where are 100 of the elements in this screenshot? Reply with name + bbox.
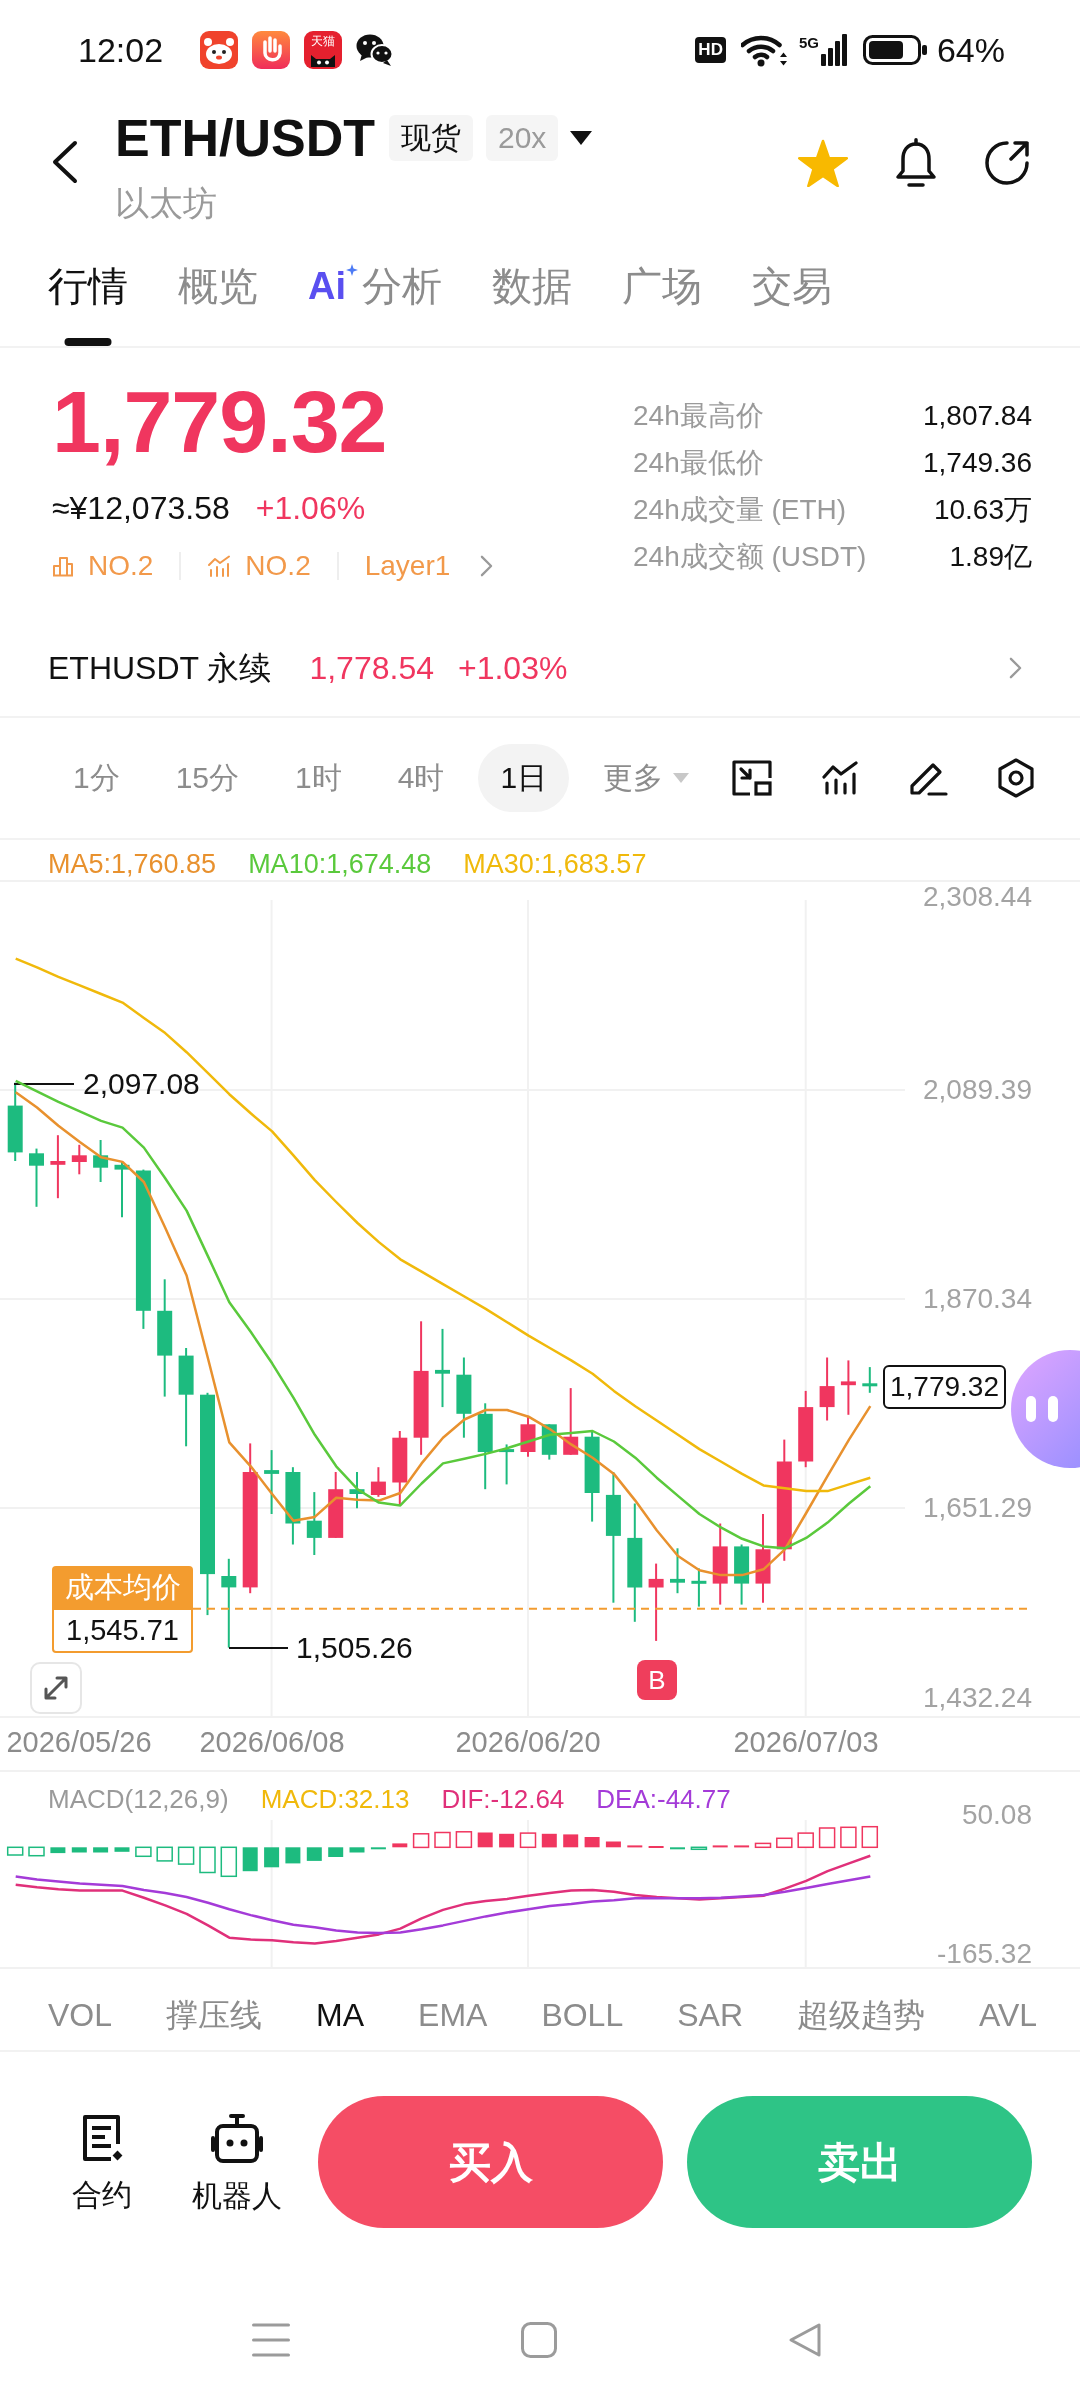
macd-axis-label: 50.08	[961, 1801, 1032, 1829]
macd-bar	[6, 1846, 24, 1856]
macd-bar	[776, 1837, 793, 1849]
macd-bar	[264, 1847, 280, 1868]
interval-tab[interactable]: 1日	[478, 744, 570, 812]
fiat-price: ≈¥12,073.58	[52, 492, 230, 524]
date-label: 2026/07/03	[733, 1726, 879, 1758]
indicator-tab[interactable]: BOLL	[541, 1999, 624, 2031]
contract-name[interactable]: ETHUSDT 永续	[48, 652, 272, 684]
pair-subtitle: 以太坊	[115, 186, 217, 220]
network-type-label: 5G	[798, 34, 819, 50]
indicator-tab[interactable]: 超级趋势	[797, 1999, 925, 2031]
indicator-tab[interactable]: EMA	[418, 1999, 488, 2031]
ma-legend-label: MA30:1,683.57	[463, 848, 647, 880]
stat-value: 10.63万	[933, 495, 1032, 524]
document-icon	[81, 2114, 123, 2162]
macd-bar	[177, 1846, 195, 1865]
candle	[862, 1366, 878, 1394]
back-icon[interactable]	[52, 140, 78, 184]
indicator-tab[interactable]: SAR	[677, 1999, 743, 2031]
macd-bar	[690, 1846, 708, 1851]
indicator-chart-icon[interactable]	[822, 761, 858, 795]
date-label: 2026/06/20	[455, 1726, 601, 1758]
nav-tab[interactable]: 交易	[752, 240, 832, 346]
candle	[670, 1547, 685, 1595]
wifi-icon	[740, 33, 787, 67]
candle	[50, 1134, 66, 1200]
candle	[328, 1471, 344, 1539]
shortcut-button[interactable]: 合约	[62, 2114, 142, 2210]
macd-legend-label: MACD:32.13	[260, 1783, 410, 1815]
interval-tab[interactable]: 1分	[51, 744, 142, 812]
nav-tab[interactable]: 概览	[178, 240, 258, 346]
indicator-tab[interactable]: VOL	[48, 1999, 113, 2031]
sell-button[interactable]: 卖出	[687, 2096, 1032, 2228]
indicator-tab[interactable]: 撑压线	[166, 1999, 263, 2031]
tag-label[interactable]: Layer1	[364, 552, 451, 580]
macd-axis-label: -165.32	[937, 1940, 1032, 1968]
macd-bar	[670, 1847, 685, 1850]
interval-tab[interactable]: 4时	[375, 744, 467, 812]
stat-value: 1,749.36	[923, 448, 1032, 477]
cat-face-icon	[310, 53, 337, 67]
buy-button[interactable]: 买入	[318, 2096, 663, 2228]
price-axis-label: 1,651.29	[923, 1492, 1032, 1524]
tag-label[interactable]: NO.2	[245, 552, 311, 580]
date-label: 2026/05/26	[6, 1726, 152, 1758]
indicator-tab[interactable]: AVL	[979, 1999, 1038, 2031]
robot-icon	[211, 2113, 263, 2163]
settings-icon[interactable]	[998, 758, 1034, 798]
chevron-right-icon[interactable]	[480, 555, 494, 577]
candle	[819, 1356, 835, 1422]
stat-label: 24h成交量 (ETH)	[633, 495, 847, 524]
macd-bar	[370, 1847, 386, 1850]
interval-tab[interactable]: 1时	[273, 744, 364, 812]
price-axis-label: 1,870.34	[923, 1283, 1032, 1315]
star-icon[interactable]	[798, 139, 848, 187]
chat-bubbles-icon	[356, 33, 395, 67]
caret-down-icon[interactable]	[570, 131, 593, 145]
signal-icon	[820, 34, 847, 66]
macd-bar	[584, 1837, 600, 1848]
candle	[114, 1160, 130, 1219]
leverage-badge[interactable]: 20x	[486, 115, 559, 161]
price-change: +1.06%	[255, 492, 366, 524]
candle	[840, 1359, 856, 1416]
macd-bar	[50, 1847, 66, 1854]
price-axis-label: 1,432.24	[923, 1682, 1032, 1714]
refresh-icon[interactable]	[984, 140, 1030, 186]
bell-icon[interactable]	[894, 138, 938, 188]
macd-bar	[285, 1847, 301, 1864]
trade-marker[interactable]: B	[637, 1660, 677, 1700]
stat-label: 24h最低价	[633, 448, 764, 477]
sparkle-icon	[346, 264, 358, 276]
home-square-icon[interactable]	[521, 2322, 557, 2358]
macd-legend-label: DIF:-12.64	[441, 1783, 565, 1815]
macd-bar	[412, 1833, 430, 1849]
frame-arrow-icon[interactable]	[732, 760, 772, 796]
candle	[563, 1387, 579, 1456]
chevron-right-icon[interactable]	[1009, 657, 1022, 679]
cost-price-tag: 成本均价	[52, 1566, 193, 1608]
assistant-bubble-icon[interactable]	[1010, 1350, 1080, 1468]
stat-label: 24h最高价	[633, 401, 764, 430]
nav-tab[interactable]: 广场	[622, 240, 702, 346]
macd-bar	[135, 1846, 152, 1858]
more-dropdown[interactable]: 更多	[581, 744, 690, 812]
tag-label[interactable]: NO.2	[88, 552, 154, 580]
indicator-tab[interactable]: MA	[316, 1999, 365, 2031]
nav-tab[interactable]: 数据	[492, 240, 572, 346]
nav-tab[interactable]: Ai 分析	[308, 240, 442, 346]
macd-bar	[605, 1841, 621, 1848]
stat-label: 24h成交额 (USDT)	[633, 542, 867, 571]
macd-bar	[477, 1832, 493, 1848]
macd-bar	[199, 1846, 216, 1874]
low-price-label: 1,505.26	[296, 1631, 413, 1665]
macd-bar	[434, 1831, 451, 1849]
nav-tab[interactable]: 行情	[48, 240, 128, 346]
menu-icon[interactable]	[252, 2322, 290, 2358]
expand-icon[interactable]	[30, 1662, 82, 1714]
candle	[349, 1471, 365, 1510]
shortcut-button[interactable]: 机器人	[189, 2113, 285, 2211]
last-price: 1,779.32	[52, 378, 387, 466]
interval-tab[interactable]: 15分	[153, 744, 262, 812]
